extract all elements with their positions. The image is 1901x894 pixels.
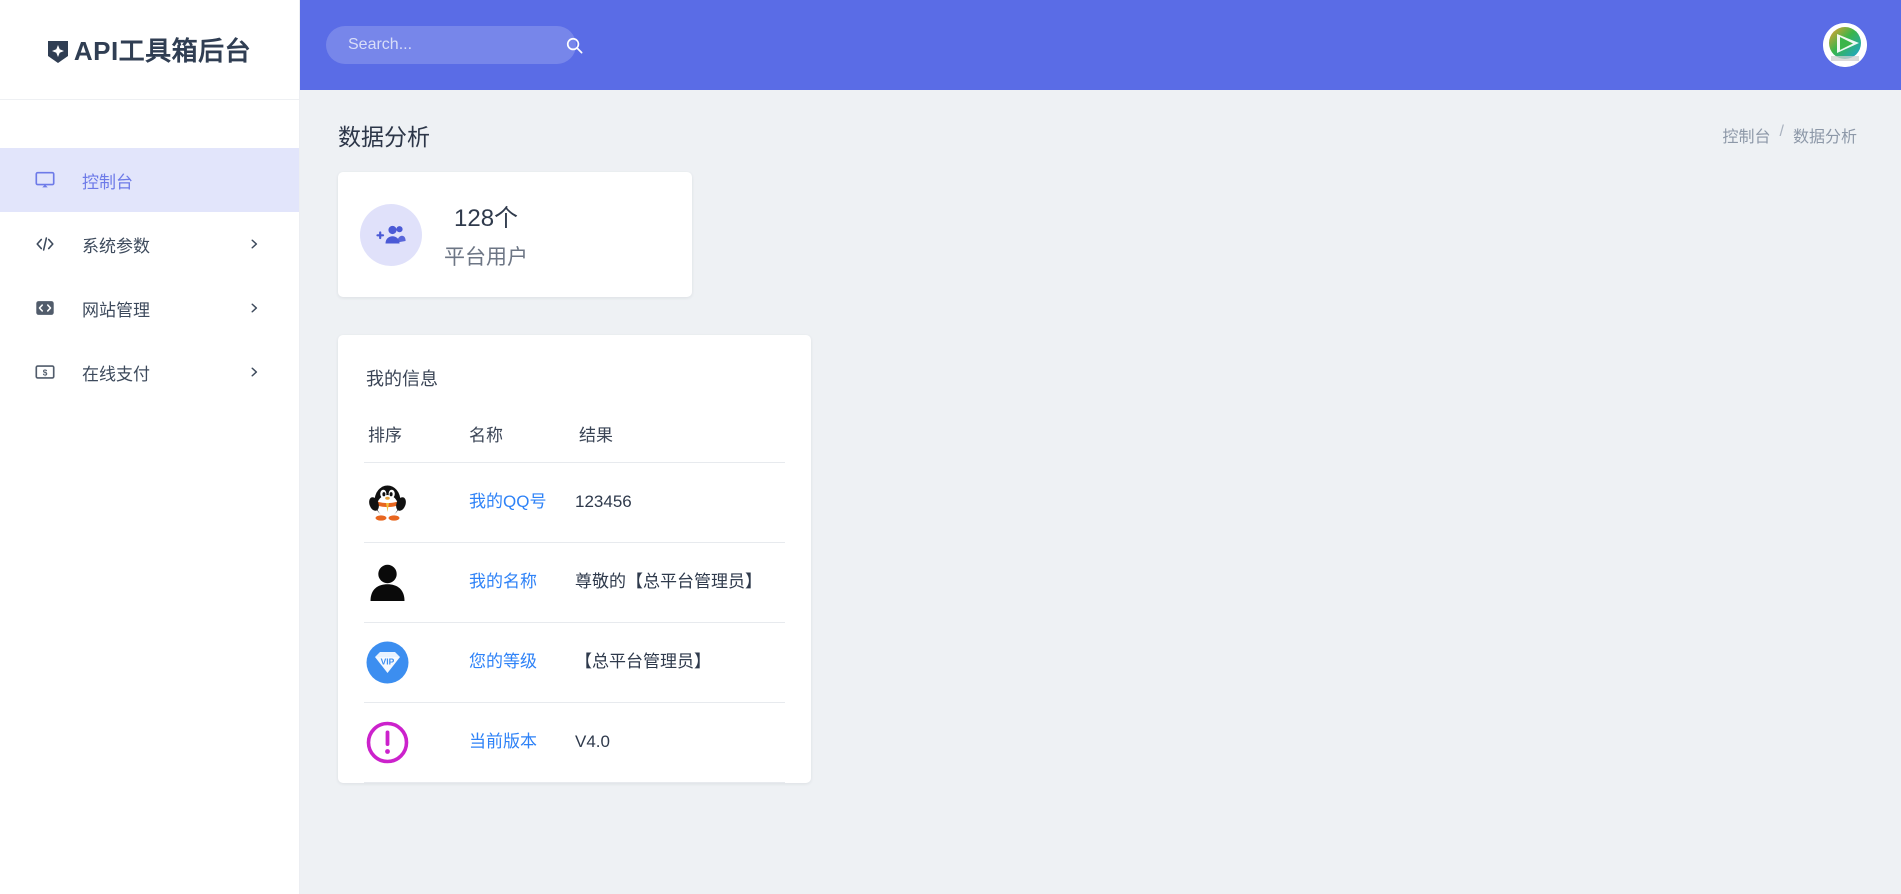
sidebar: API工具箱后台 控制台 系统参数 网站管理 $ 在线支付 bbox=[0, 0, 300, 894]
sidebar-item-site-management[interactable]: 网站管理 bbox=[0, 276, 299, 340]
table-row: 我的QQ号 123456 bbox=[364, 462, 785, 543]
stat-card-platform-users[interactable]: 128个 平台用户 bbox=[338, 172, 692, 297]
stat-text: 128个 平台用户 bbox=[444, 198, 528, 271]
page-header: 数据分析 控制台 / 数据分析 bbox=[300, 90, 1901, 162]
brand-logo-inner: API工具箱后台 bbox=[47, 31, 252, 68]
breadcrumb-current: 数据分析 bbox=[1792, 129, 1857, 146]
breadcrumb-separator: / bbox=[1779, 123, 1784, 140]
column-header-sort: 排序 bbox=[364, 421, 469, 463]
exclamation-circle-icon bbox=[364, 719, 411, 766]
code-box-icon bbox=[34, 297, 56, 319]
svg-text:$: $ bbox=[43, 368, 48, 377]
sidebar-item-label: 网站管理 bbox=[82, 300, 150, 320]
sidebar-item-dashboard[interactable]: 控制台 bbox=[0, 148, 299, 212]
breadcrumb: 控制台 / 数据分析 bbox=[1723, 123, 1857, 147]
row-icon-cell bbox=[364, 702, 469, 783]
vip-badge-icon: VIP bbox=[364, 639, 411, 686]
table-row: 当前版本 V4.0 bbox=[364, 702, 785, 783]
chevron-right-icon bbox=[250, 237, 259, 251]
row-name-cell: 当前版本 bbox=[469, 702, 575, 783]
topbar bbox=[300, 0, 1901, 90]
avatar[interactable] bbox=[1823, 23, 1867, 67]
monitor-icon bbox=[34, 169, 56, 191]
app-root: API工具箱后台 控制台 系统参数 网站管理 $ 在线支付 Search... … bbox=[0, 0, 1901, 894]
row-icon-cell: VIP bbox=[364, 622, 469, 703]
row-name-link[interactable]: 我的QQ号 bbox=[469, 492, 546, 511]
page-content: 数据分析 控制台 / 数据分析 128个 平台用户 我的信息 排序 名称 结果 … bbox=[300, 90, 1901, 894]
row-result-cell: 尊敬的【总平台管理员】 bbox=[575, 542, 785, 623]
brand-title: API工具箱后台 bbox=[73, 36, 252, 66]
banknote-icon: $ bbox=[34, 361, 56, 383]
sidebar-nav: 控制台 系统参数 网站管理 $ 在线支付 bbox=[0, 100, 299, 404]
search-box[interactable] bbox=[326, 26, 583, 64]
chevron-right-icon bbox=[250, 301, 259, 315]
chevron-right-icon bbox=[250, 365, 259, 379]
sidebar-item-online-payment[interactable]: $ 在线支付 bbox=[0, 340, 299, 404]
table-header-row: 排序 名称 结果 bbox=[364, 421, 785, 463]
info-card: 我的信息 排序 名称 结果 我的QQ号 123456 我的名称 尊敬的【总平台管… bbox=[338, 335, 811, 783]
breadcrumb-parent[interactable]: 控制台 bbox=[1723, 123, 1771, 147]
row-icon-cell bbox=[364, 542, 469, 623]
info-table-body: 我的QQ号 123456 我的名称 尊敬的【总平台管理员】 VIP 您的等级 【… bbox=[364, 462, 785, 783]
cards-area: 128个 平台用户 我的信息 排序 名称 结果 我的QQ号 123456 我的名… bbox=[300, 162, 1901, 783]
row-result-cell: 【总平台管理员】 bbox=[575, 622, 785, 703]
sidebar-item-label: 系统参数 bbox=[82, 236, 150, 256]
search-input[interactable] bbox=[348, 36, 555, 54]
user-silhouette-icon bbox=[364, 559, 411, 606]
tencent-video-play-avatar bbox=[1823, 23, 1867, 67]
info-table: 排序 名称 结果 我的QQ号 123456 我的名称 尊敬的【总平台管理员】 V… bbox=[364, 421, 785, 783]
stat-label: 平台用户 bbox=[444, 246, 528, 269]
row-name-link[interactable]: 您的等级 bbox=[469, 652, 537, 671]
row-result-cell: V4.0 bbox=[575, 702, 785, 783]
add-users-icon bbox=[360, 203, 422, 266]
sidebar-item-label: 控制台 bbox=[82, 172, 133, 192]
table-row: VIP 您的等级 【总平台管理员】 bbox=[364, 622, 785, 703]
column-header-result: 结果 bbox=[575, 421, 785, 463]
row-icon-cell bbox=[364, 462, 469, 543]
shield-badge-icon bbox=[47, 39, 68, 63]
sidebar-item-label: 在线支付 bbox=[82, 364, 150, 384]
brand-logo[interactable]: API工具箱后台 bbox=[0, 0, 299, 100]
search-icon[interactable] bbox=[565, 36, 584, 55]
qq-penguin-icon bbox=[364, 479, 411, 526]
stat-value: 128个 bbox=[454, 205, 519, 232]
row-name-cell: 您的等级 bbox=[469, 622, 575, 703]
main-area: 数据分析 控制台 / 数据分析 bbox=[300, 0, 1901, 894]
sidebar-item-system-params[interactable]: 系统参数 bbox=[0, 212, 299, 276]
row-name-cell: 我的QQ号 bbox=[469, 462, 575, 543]
code-slash-icon bbox=[34, 233, 56, 255]
info-table-head: 排序 名称 结果 bbox=[364, 421, 785, 463]
column-header-name: 名称 bbox=[469, 421, 575, 463]
row-name-link[interactable]: 我的名称 bbox=[469, 572, 537, 591]
row-name-cell: 我的名称 bbox=[469, 542, 575, 623]
page-title: 数据分析 bbox=[338, 124, 430, 150]
info-card-title: 我的信息 bbox=[366, 369, 438, 389]
svg-text:VIP: VIP bbox=[381, 657, 395, 667]
row-result-cell: 123456 bbox=[575, 462, 785, 543]
table-row: 我的名称 尊敬的【总平台管理员】 bbox=[364, 542, 785, 623]
row-name-link[interactable]: 当前版本 bbox=[469, 732, 537, 751]
